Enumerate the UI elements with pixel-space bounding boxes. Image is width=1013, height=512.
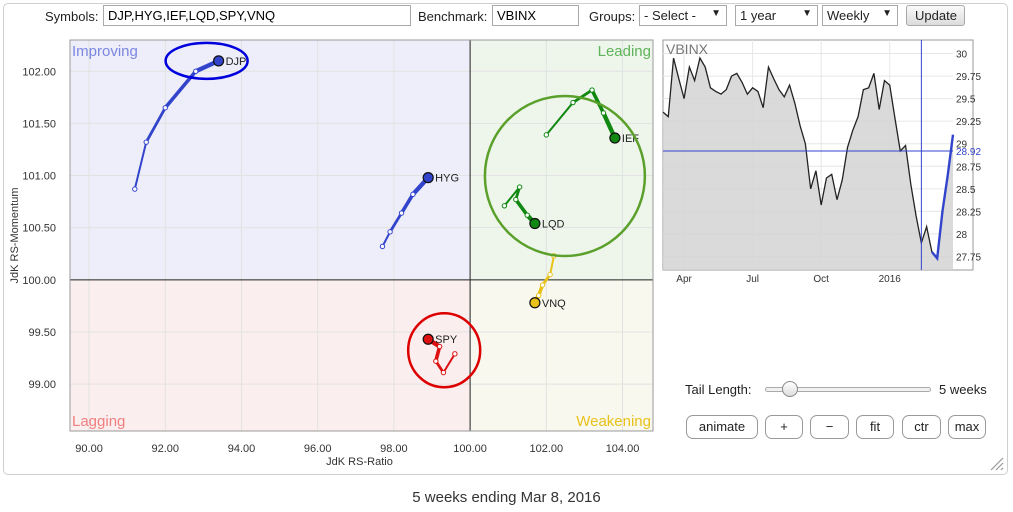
center-button[interactable]: ctr bbox=[902, 415, 941, 439]
resize-grip-icon[interactable] bbox=[988, 455, 1004, 471]
benchmark-x-tick-label: Apr bbox=[676, 274, 692, 285]
benchmark-y-tick-label: 29.75 bbox=[956, 72, 981, 83]
tail-length-value: 5 weeks bbox=[939, 382, 987, 397]
benchmark-y-tick-label: 28.25 bbox=[956, 207, 981, 218]
zoom-out-button[interactable]: − bbox=[810, 415, 849, 439]
caption: 5 weeks ending Mar 8, 2016 bbox=[412, 489, 601, 506]
benchmark-x-tick-label: Oct bbox=[813, 274, 829, 285]
benchmark-y-tick-label: 30 bbox=[956, 50, 968, 61]
benchmark-y-tick-label: 28 bbox=[956, 230, 968, 241]
tail-length-label: Tail Length: bbox=[685, 382, 752, 397]
benchmark-title: VBINX bbox=[666, 41, 709, 57]
benchmark-y-tick-label: 28.75 bbox=[956, 162, 981, 173]
benchmark-y-tick-label: 28.5 bbox=[956, 185, 976, 196]
max-button[interactable]: max bbox=[948, 415, 986, 439]
benchmark-y-tick-label: 29.25 bbox=[956, 117, 981, 128]
benchmark-y-tick-label: 27.75 bbox=[956, 252, 981, 263]
benchmark-y-tick-label: 29.5 bbox=[956, 95, 976, 106]
zoom-in-button[interactable]: + bbox=[765, 415, 803, 439]
fit-button[interactable]: fit bbox=[856, 415, 894, 439]
benchmark-x-tick-label: 2016 bbox=[879, 274, 902, 285]
benchmark-x-tick-label: Jul bbox=[746, 274, 759, 285]
animate-button[interactable]: animate bbox=[686, 415, 758, 439]
crosshair-value-label: 28.92 bbox=[956, 147, 981, 158]
